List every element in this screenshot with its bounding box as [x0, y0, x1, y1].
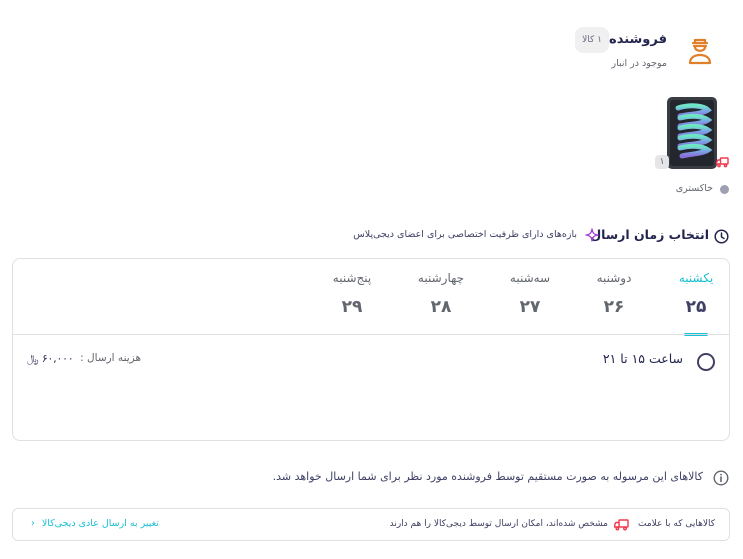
change-to-digikala-shipping-link[interactable]: تغییر به ارسال عادی دیجی‌کالا ‹: [31, 518, 159, 529]
chevron-left-icon: ‹: [31, 518, 35, 529]
color-swatch: [720, 185, 729, 194]
day-number: ۲۹: [341, 297, 363, 317]
digikala-truck-icon: [716, 157, 729, 168]
seller-shipping-info: کالاهای این مرسوله به صورت مستقیم توسط ف…: [272, 470, 703, 483]
product-image[interactable]: [666, 96, 718, 170]
digiplus-note: بازه‌های دارای ظرفیت اختصاصی برای اعضای …: [353, 229, 577, 240]
info-icon: [713, 470, 729, 486]
digikala-truck-icon: [614, 519, 629, 531]
time-slot-label[interactable]: ساعت ۱۵ تا ۲۱: [603, 351, 683, 366]
sparkle-plus-icon: [585, 228, 599, 242]
shipping-cost-label: هزینه ارسال :: [80, 352, 141, 364]
clock-icon: [714, 229, 729, 244]
day-tab-thursday[interactable]: پنج‌شنبه ۲۹: [317, 271, 387, 317]
day-tab-wednesday[interactable]: چهارشنبه ۲۸: [406, 271, 476, 317]
card-divider: [13, 334, 729, 335]
day-name: دوشنبه: [596, 271, 632, 285]
shipping-cost-value: ۶۰,۰۰۰ ﷼: [27, 353, 74, 365]
day-tab-sunday[interactable]: یکشنبه ۲۵: [661, 271, 731, 336]
color-label: خاکستری: [675, 183, 713, 194]
day-name: یکشنبه: [678, 271, 714, 285]
day-tab-monday[interactable]: دوشنبه ۲۶: [579, 271, 649, 317]
day-name: پنج‌شنبه: [332, 271, 372, 285]
time-slot-radio[interactable]: [697, 353, 715, 371]
item-count-badge: ۱ کالا: [575, 27, 609, 53]
day-number: ۲۷: [519, 297, 541, 317]
quantity-badge: ۱: [655, 155, 669, 169]
stock-status: موجود در انبار: [611, 58, 668, 69]
day-number: ۲۸: [430, 297, 452, 317]
day-tab-tuesday[interactable]: سه‌شنبه ۲۷: [495, 271, 565, 317]
change-shipping-label: تغییر به ارسال عادی دیجی‌کالا: [41, 518, 159, 529]
seller-title: فروشنده: [609, 32, 667, 47]
delivery-time-title: انتخاب زمان ارسال: [590, 227, 709, 242]
shipping-option-bar: کالاهایی که با علامت مشخص شده‌اند، امکان…: [12, 508, 730, 541]
footer-note-part-a: کالاهایی که با علامت: [638, 519, 715, 529]
footer-note-part-b: مشخص شده‌اند، امکان ارسال توسط دیجی‌کالا…: [389, 519, 608, 529]
day-name: سه‌شنبه: [509, 271, 551, 285]
seller-person-icon: [688, 38, 712, 65]
day-number: ۲۶: [603, 297, 625, 317]
day-name: چهارشنبه: [417, 271, 465, 285]
delivery-schedule-card: یکشنبه ۲۵ دوشنبه ۲۶ سه‌شنبه ۲۷ چهارشنبه …: [12, 258, 730, 441]
day-number: ۲۵: [685, 297, 707, 317]
